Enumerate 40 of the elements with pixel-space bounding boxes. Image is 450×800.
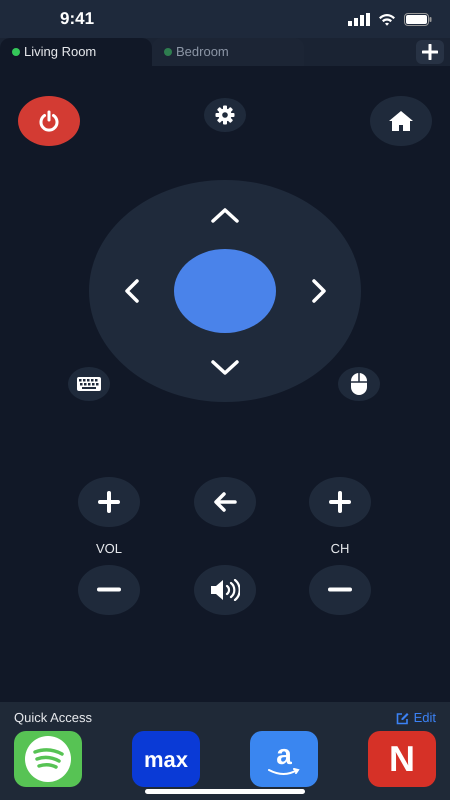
chevron-right-icon bbox=[310, 278, 326, 304]
add-tab-button[interactable] bbox=[416, 40, 444, 64]
right-button[interactable] bbox=[310, 278, 326, 304]
music-app-button[interactable] bbox=[14, 731, 82, 787]
minus-icon bbox=[328, 587, 352, 592]
plus-icon bbox=[329, 491, 351, 513]
keyboard-icon bbox=[77, 377, 101, 391]
up-button[interactable] bbox=[210, 206, 240, 222]
smile-arrow-icon bbox=[268, 768, 300, 776]
power-icon bbox=[37, 109, 61, 133]
edit-button[interactable]: Edit bbox=[396, 708, 436, 728]
chevron-left-icon bbox=[124, 278, 140, 304]
room-tab[interactable]: Living Room bbox=[0, 38, 152, 66]
chevron-up-icon bbox=[210, 206, 240, 222]
volume-label: VOL bbox=[94, 540, 123, 558]
left-button[interactable] bbox=[124, 278, 140, 304]
settings-button[interactable] bbox=[204, 98, 246, 132]
sound-waves-icon bbox=[25, 736, 71, 782]
status-time: 9:41 bbox=[60, 8, 94, 30]
wifi-icon bbox=[378, 12, 396, 26]
down-button[interactable] bbox=[210, 360, 240, 376]
home-icon bbox=[388, 110, 414, 132]
chevron-down-icon bbox=[210, 360, 240, 376]
plus-icon bbox=[98, 491, 120, 513]
back-arrow-icon bbox=[212, 492, 236, 512]
channel-label: CH bbox=[330, 540, 350, 558]
speaker-icon bbox=[210, 578, 240, 600]
plus-icon bbox=[422, 44, 438, 60]
streaming-app-button[interactable]: max bbox=[132, 731, 200, 787]
section-title: Quick Access bbox=[14, 709, 92, 728]
signal-icon bbox=[348, 12, 370, 26]
settings-icon bbox=[215, 105, 235, 125]
keyboard-button[interactable] bbox=[68, 367, 110, 401]
mouse-icon bbox=[351, 373, 367, 395]
video-app-button[interactable]: N bbox=[368, 731, 436, 787]
minus-icon bbox=[97, 587, 121, 592]
battery-icon bbox=[404, 12, 432, 26]
mouse-button[interactable] bbox=[338, 367, 380, 401]
shopping-app-button[interactable]: a bbox=[250, 731, 318, 787]
edit-icon bbox=[396, 712, 409, 724]
